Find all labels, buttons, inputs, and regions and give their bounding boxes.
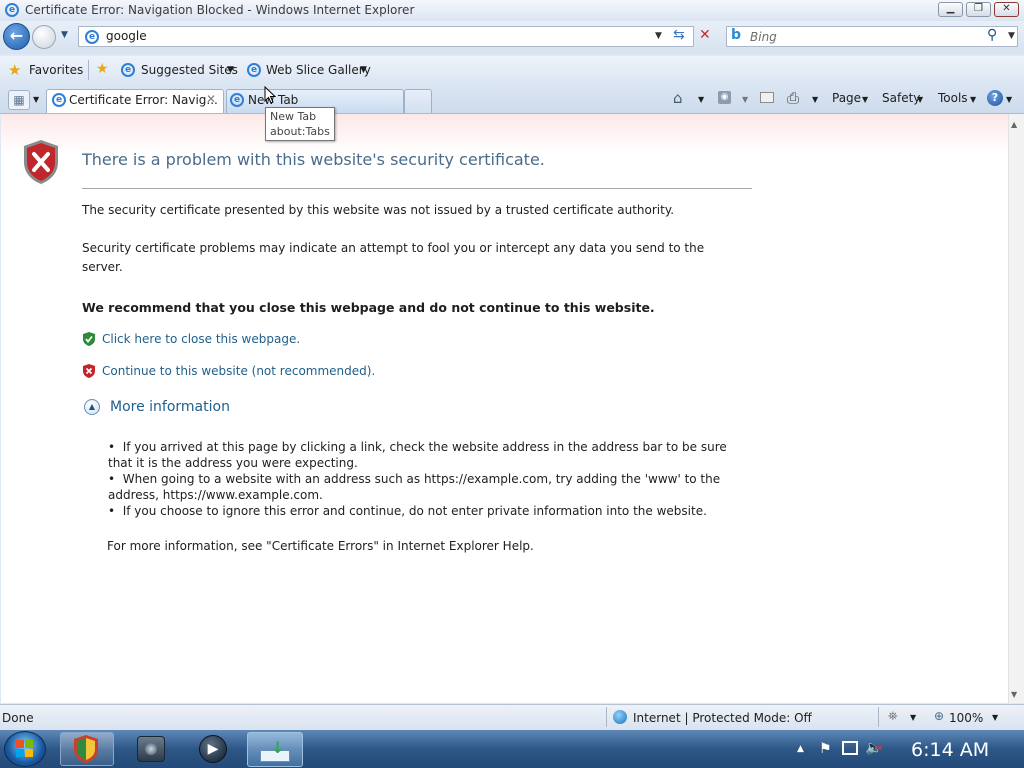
home-icon[interactable]: ⌂ xyxy=(673,89,683,107)
show-hidden-icons-button[interactable]: ▲ xyxy=(797,744,804,754)
window-title: Certificate Error: Navigation Blocked - … xyxy=(25,3,415,17)
close-window-button[interactable]: ✕ xyxy=(994,2,1019,17)
search-input[interactable]: Bing xyxy=(750,30,777,44)
web-slice-dropdown-icon[interactable]: ▼ xyxy=(360,65,367,75)
forward-button[interactable] xyxy=(32,25,56,49)
search-options-dropdown-icon[interactable]: ▼ xyxy=(1008,31,1015,41)
web-slice-icon: e xyxy=(247,63,261,77)
favorites-button[interactable]: Favorites xyxy=(29,63,83,77)
back-button[interactable]: ← xyxy=(3,23,30,50)
bullet-item: • If you choose to ignore this error and… xyxy=(108,504,707,518)
green-shield-check-icon xyxy=(83,332,95,346)
collapse-icon[interactable]: ▲ xyxy=(84,399,100,415)
page-menu-dropdown-icon[interactable]: ▼ xyxy=(862,95,868,104)
feeds-icon[interactable]: ◉ xyxy=(718,91,731,104)
taskbar-clock[interactable]: 6:14 AM xyxy=(911,739,989,761)
address-input[interactable]: google xyxy=(106,29,147,43)
compatibility-view-icon[interactable]: ⇆ xyxy=(673,27,685,43)
tooltip-url: about:Tabs xyxy=(270,125,330,138)
help-icon[interactable]: ? xyxy=(987,90,1003,106)
bullet-item-continued: that it is the address you were expectin… xyxy=(108,456,358,470)
bullet-item-continued: address, https://www.example.com. xyxy=(108,488,323,502)
play-icon: ▶ xyxy=(199,735,227,763)
bullet-text: If you arrived at this page by clicking … xyxy=(122,440,727,454)
page-menu-button[interactable]: Page xyxy=(832,91,861,105)
scroll-up-icon[interactable]: ▲ xyxy=(1011,120,1017,129)
action-center-flag-icon[interactable]: ⚑ xyxy=(819,741,832,757)
safety-menu-button[interactable]: Safety xyxy=(882,91,920,105)
scroll-down-icon[interactable]: ▼ xyxy=(1011,690,1017,699)
heading-divider xyxy=(82,188,752,189)
print-dropdown-icon[interactable]: ▼ xyxy=(812,95,818,104)
suggested-sites-icon: e xyxy=(121,63,135,77)
bullet-item: • When going to a website with an addres… xyxy=(108,472,721,486)
mute-indicator-icon: ✕ xyxy=(876,744,884,754)
page-title: There is a problem with this website's s… xyxy=(82,150,545,169)
description-text: The security certificate presented by th… xyxy=(82,203,675,217)
popup-blocker-icon[interactable]: ⛯ xyxy=(888,709,898,724)
zoom-icon: ⊕ xyxy=(934,709,945,723)
zoom-dropdown-icon[interactable]: ▼ xyxy=(992,713,998,722)
suggested-sites-dropdown-icon[interactable]: ▼ xyxy=(227,65,234,75)
tab-label: Certificate Error: Navig... xyxy=(69,93,218,107)
close-tab-icon[interactable]: ✕ xyxy=(206,92,216,106)
web-slice-gallery-link[interactable]: Web Slice Gallery xyxy=(266,63,371,77)
security-error-shield-icon xyxy=(24,140,58,184)
security-zone-label[interactable]: Internet | Protected Mode: Off xyxy=(633,711,812,725)
security-shield-app-icon xyxy=(74,735,98,763)
divider xyxy=(88,60,89,80)
tab-list-dropdown-icon[interactable]: ▼ xyxy=(33,95,39,104)
tools-menu-button[interactable]: Tools xyxy=(938,91,968,105)
divider xyxy=(606,707,607,727)
red-shield-x-icon xyxy=(83,364,95,378)
camera-app-icon xyxy=(137,736,165,762)
tools-menu-dropdown-icon[interactable]: ▼ xyxy=(970,95,976,104)
download-tray-icon: ↓ xyxy=(260,738,290,762)
favorites-star-icon: ★ xyxy=(8,61,22,79)
recent-pages-dropdown-icon[interactable]: ▼ xyxy=(61,30,68,40)
status-text: Done xyxy=(2,711,34,725)
page-icon: e xyxy=(85,30,99,44)
home-dropdown-icon[interactable]: ▼ xyxy=(698,95,704,104)
windows-logo-icon xyxy=(16,740,34,758)
network-icon[interactable] xyxy=(842,741,858,755)
ie-logo-icon: e xyxy=(5,3,19,17)
address-bar[interactable] xyxy=(78,26,694,47)
recommendation-text: We recommend that you close this webpage… xyxy=(82,300,655,315)
help-dropdown-icon[interactable]: ▼ xyxy=(1006,95,1012,104)
vertical-scrollbar[interactable] xyxy=(1008,114,1024,703)
warning-text-line2: server. xyxy=(82,260,123,274)
bullet-text: When going to a website with an address … xyxy=(122,472,721,486)
read-mail-icon[interactable] xyxy=(760,92,774,103)
status-bar xyxy=(0,704,1024,730)
search-icon[interactable]: ⚲ xyxy=(987,27,997,43)
quick-tabs-icon[interactable]: ▦ xyxy=(8,90,30,110)
continue-to-website-link[interactable]: Continue to this website (not recommende… xyxy=(102,364,375,378)
bullet-item: • If you arrived at this page by clickin… xyxy=(108,440,727,454)
tab-page-icon: e xyxy=(230,93,244,107)
help-footer-text: For more information, see "Certificate E… xyxy=(107,539,534,553)
restore-button[interactable]: ❐ xyxy=(966,2,991,17)
suggested-sites-link[interactable]: Suggested Sites xyxy=(141,63,238,77)
feeds-dropdown-icon[interactable]: ▼ xyxy=(742,95,748,104)
mouse-cursor-icon xyxy=(264,86,276,104)
tab-page-icon: e xyxy=(52,93,66,107)
add-to-favorites-bar-icon[interactable]: ★ xyxy=(96,61,109,77)
print-icon[interactable]: ⎙ xyxy=(787,89,799,107)
zoom-level[interactable]: 100% xyxy=(949,711,983,725)
popup-dropdown-icon[interactable]: ▼ xyxy=(910,713,916,722)
bing-logo-icon: b xyxy=(731,27,742,43)
address-dropdown-icon[interactable]: ▼ xyxy=(655,31,662,41)
internet-zone-globe-icon xyxy=(613,710,627,724)
stop-icon[interactable]: ✕ xyxy=(699,27,711,43)
close-webpage-link[interactable]: Click here to close this webpage. xyxy=(102,332,300,346)
more-information-link[interactable]: More information xyxy=(110,399,230,415)
minimize-button[interactable]: ▁ xyxy=(938,2,963,17)
safety-menu-dropdown-icon[interactable]: ▼ xyxy=(917,95,923,104)
tooltip-title: New Tab xyxy=(270,110,317,123)
divider xyxy=(878,707,879,727)
warning-text-line1: Security certificate problems may indica… xyxy=(82,241,705,255)
bullet-text: If you choose to ignore this error and c… xyxy=(122,504,707,518)
new-tab-button[interactable] xyxy=(404,89,432,113)
